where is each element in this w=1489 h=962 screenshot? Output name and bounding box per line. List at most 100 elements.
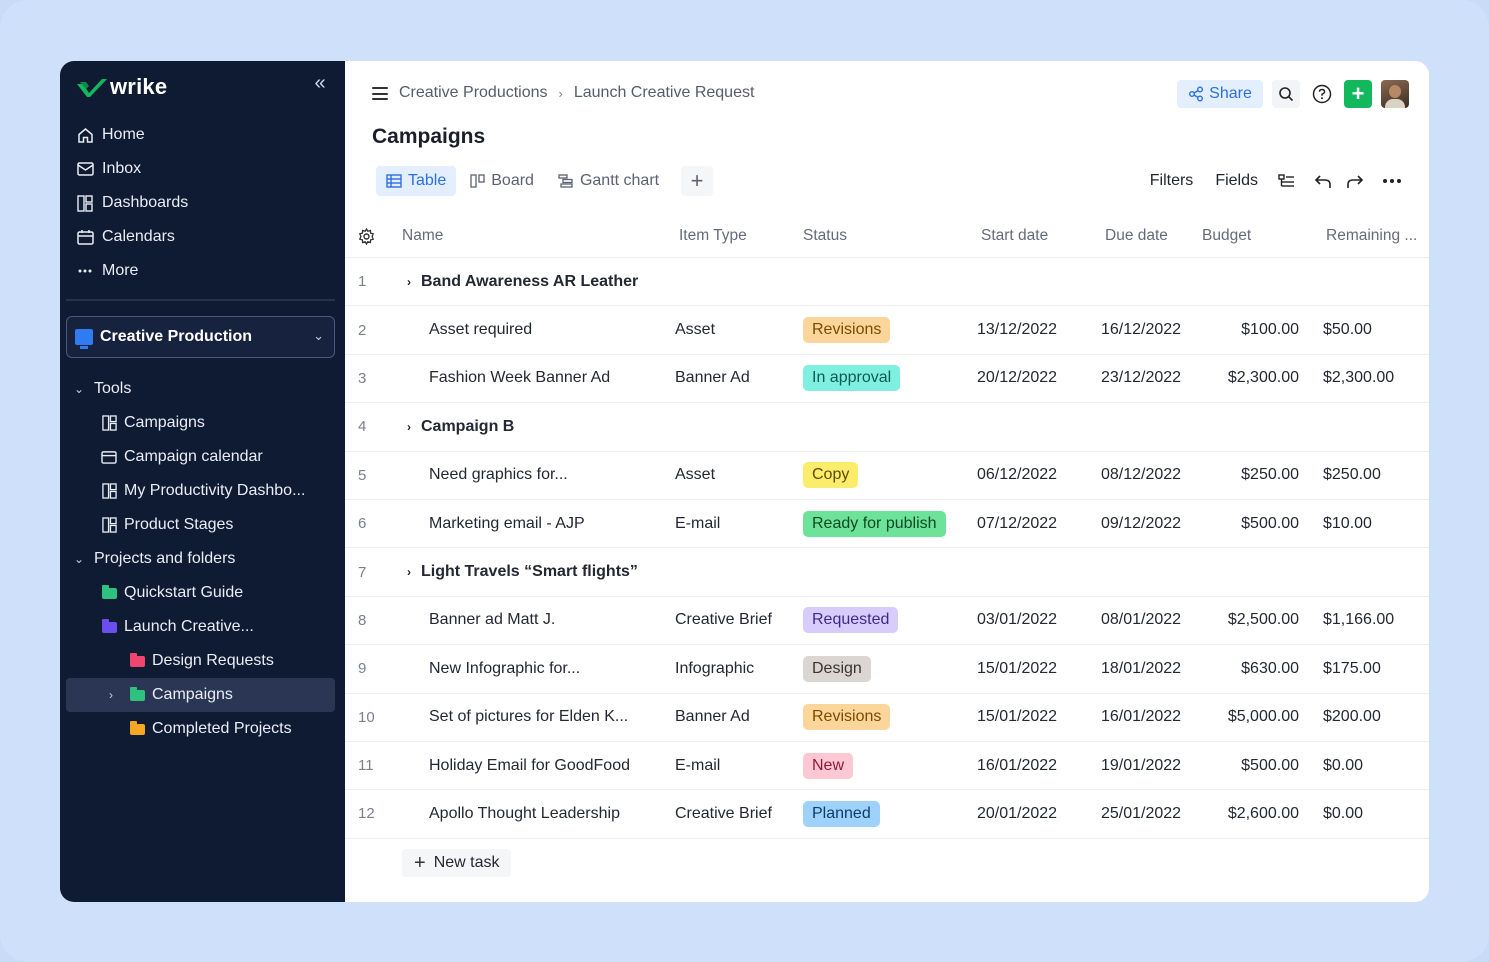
avatar[interactable] — [1381, 80, 1409, 108]
budget[interactable]: $2,300.00 — [1228, 369, 1299, 387]
status-badge[interactable]: Planned — [803, 800, 880, 827]
tree-item-campaigns-folder[interactable]: › Campaigns — [66, 678, 335, 712]
tree-item-quickstart[interactable]: Quickstart Guide — [66, 576, 335, 610]
budget[interactable]: $5,000.00 — [1228, 708, 1299, 726]
budget[interactable]: $630.00 — [1241, 660, 1299, 678]
start-date[interactable]: 15/01/2022 — [977, 708, 1057, 726]
chevron-right-icon[interactable]: › — [407, 420, 411, 434]
breadcrumb-item[interactable]: Creative Productions — [399, 84, 548, 102]
status-badge[interactable]: New — [803, 752, 854, 779]
nav-more[interactable]: More — [74, 254, 334, 288]
item-type[interactable]: E-mail — [675, 515, 720, 533]
tab-gantt[interactable]: Gantt chart — [548, 166, 669, 196]
gear-icon[interactable] — [358, 228, 375, 245]
start-date[interactable]: 15/01/2022 — [977, 660, 1057, 678]
column-header-budget[interactable]: Budget — [1202, 227, 1251, 245]
start-date[interactable]: 16/01/2022 — [977, 757, 1057, 775]
status-badge[interactable]: Requested — [803, 607, 899, 634]
status-cell[interactable]: Revisions — [803, 704, 891, 731]
help-icon[interactable] — [1308, 80, 1336, 108]
due-date[interactable]: 09/12/2022 — [1101, 515, 1181, 533]
status-cell[interactable]: In approval — [803, 365, 901, 392]
task-name[interactable]: Set of pictures for Elden K... — [429, 708, 628, 726]
tree-item-campaign-calendar[interactable]: Campaign calendar — [66, 440, 335, 474]
due-date[interactable]: 23/12/2022 — [1101, 369, 1181, 387]
nav-home[interactable]: Home — [74, 118, 334, 152]
table-row[interactable]: 8 Banner ad Matt J. Creative Brief Requeste… — [345, 597, 1429, 646]
budget[interactable]: $100.00 — [1241, 321, 1299, 339]
group-name[interactable]: › Band Awareness AR Leather — [407, 273, 638, 291]
table-row[interactable]: 12 Apollo Thought Leadership Creative Brie… — [345, 790, 1429, 839]
status-badge[interactable]: Design — [803, 655, 871, 682]
due-date[interactable]: 08/01/2022 — [1101, 611, 1181, 629]
due-date[interactable]: 16/01/2022 — [1101, 708, 1181, 726]
column-header-remaining[interactable]: Remaining ... — [1326, 227, 1417, 245]
search-icon[interactable] — [1272, 80, 1300, 108]
table-row[interactable]: 11 Holiday Email for GoodFood E-mail New 16/… — [345, 742, 1429, 791]
task-name[interactable]: Need graphics for... — [429, 466, 568, 484]
fields-button[interactable]: Fields — [1215, 172, 1258, 190]
item-type[interactable]: Creative Brief — [675, 805, 772, 823]
tree-item-productivity-dashboard[interactable]: My Productivity Dashbo... — [66, 474, 335, 508]
chevron-right-icon[interactable]: › — [407, 565, 411, 579]
nav-calendars[interactable]: Calendars — [74, 220, 334, 254]
table-row[interactable]: 9 New Infographic for... Infographic Design… — [345, 645, 1429, 694]
status-badge[interactable]: Copy — [803, 462, 859, 489]
due-date[interactable]: 18/01/2022 — [1101, 660, 1181, 678]
tab-board[interactable]: Board — [460, 166, 544, 196]
add-view-button[interactable]: + — [681, 166, 714, 196]
undo-icon[interactable] — [1314, 174, 1332, 189]
remaining[interactable]: $175.00 — [1323, 660, 1381, 678]
table-row[interactable]: 3 Fashion Week Banner Ad Banner Ad In appro… — [345, 355, 1429, 404]
item-type[interactable]: E-mail — [675, 757, 720, 775]
remaining[interactable]: $0.00 — [1323, 805, 1363, 823]
more-options-icon[interactable] — [1383, 179, 1401, 183]
table-row[interactable]: 6 Marketing email - AJP E-mail Ready for pu… — [345, 500, 1429, 549]
table-row[interactable]: 5 Need graphics for... Asset Copy 06/12/2022… — [345, 452, 1429, 500]
item-type[interactable]: Infographic — [675, 660, 754, 678]
group-name[interactable]: › Light Travels “Smart flights” — [407, 563, 638, 581]
tree-section-tools[interactable]: ⌄ Tools — [66, 372, 335, 406]
task-name[interactable]: Marketing email - AJP — [429, 515, 585, 533]
menu-icon[interactable] — [372, 87, 388, 100]
group-row[interactable]: 1 › Band Awareness AR Leather — [345, 258, 1429, 307]
task-name[interactable]: Asset required — [429, 321, 532, 339]
status-cell[interactable]: Planned — [803, 800, 880, 827]
nav-inbox[interactable]: Inbox — [74, 152, 334, 186]
status-cell[interactable]: Revisions — [803, 317, 891, 344]
start-date[interactable]: 07/12/2022 — [977, 515, 1057, 533]
budget[interactable]: $500.00 — [1241, 515, 1299, 533]
task-name[interactable]: Apollo Thought Leadership — [429, 805, 620, 823]
task-name[interactable]: New Infographic for... — [429, 660, 580, 678]
item-type[interactable]: Banner Ad — [675, 369, 750, 387]
breadcrumb-item[interactable]: Launch Creative Request — [574, 84, 755, 102]
budget[interactable]: $2,500.00 — [1228, 611, 1299, 629]
new-task-button[interactable]: + New task — [402, 849, 512, 877]
tree-item-campaigns-dashboard[interactable]: Campaigns — [66, 406, 335, 440]
due-date[interactable]: 16/12/2022 — [1101, 321, 1181, 339]
column-header-item-type[interactable]: Item Type — [679, 227, 747, 245]
group-row[interactable]: 7 › Light Travels “Smart flights” — [345, 548, 1429, 597]
add-button[interactable]: + — [1344, 80, 1372, 108]
remaining[interactable]: $2,300.00 — [1323, 369, 1394, 387]
item-type[interactable]: Asset — [675, 466, 715, 484]
budget[interactable]: $2,600.00 — [1228, 805, 1299, 823]
collapse-sidebar-icon[interactable]: « — [309, 73, 331, 95]
remaining[interactable]: $200.00 — [1323, 708, 1381, 726]
start-date[interactable]: 06/12/2022 — [977, 466, 1057, 484]
tree-item-product-stages[interactable]: Product Stages — [66, 508, 335, 542]
status-cell[interactable]: Ready for publish — [803, 510, 946, 537]
remaining[interactable]: $1,166.00 — [1323, 611, 1394, 629]
table-row[interactable]: 10 Set of pictures for Elden K... Banner A… — [345, 694, 1429, 742]
status-cell[interactable]: Requested — [803, 607, 899, 634]
due-date[interactable]: 25/01/2022 — [1101, 805, 1181, 823]
column-header-due-date[interactable]: Due date — [1105, 227, 1168, 245]
filters-button[interactable]: Filters — [1150, 172, 1194, 190]
task-name[interactable]: Fashion Week Banner Ad — [429, 369, 610, 387]
due-date[interactable]: 19/01/2022 — [1101, 757, 1181, 775]
group-by-icon[interactable] — [1278, 173, 1295, 189]
item-type[interactable]: Banner Ad — [675, 708, 750, 726]
status-cell[interactable]: Copy — [803, 462, 859, 489]
nav-dashboards[interactable]: Dashboards — [74, 186, 334, 220]
status-cell[interactable]: Design — [803, 655, 871, 682]
